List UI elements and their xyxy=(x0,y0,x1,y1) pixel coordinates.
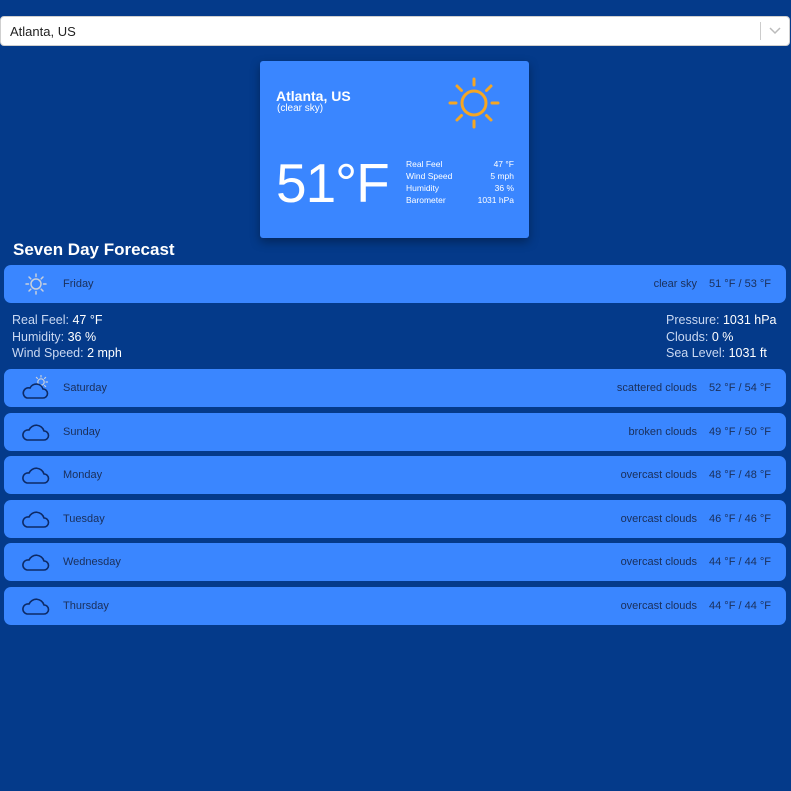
detail-label: Pressure: xyxy=(666,313,720,327)
location-select-value: Atlanta, US xyxy=(10,23,76,39)
forecast-day: Tuesday xyxy=(63,513,105,525)
cloud-icon xyxy=(15,413,57,451)
forecast-row-sunday[interactable]: Sunday broken clouds 49 °F / 50 °F xyxy=(4,413,786,451)
forecast-row-thursday[interactable]: Thursday overcast clouds 44 °F / 44 °F xyxy=(4,587,786,625)
location-select[interactable]: Atlanta, US xyxy=(0,16,790,46)
forecast-description: scattered clouds xyxy=(616,382,697,394)
detail-value: 36 % xyxy=(67,329,97,344)
stat-value: 36 % xyxy=(494,183,514,193)
forecast-description: overcast clouds xyxy=(620,600,697,612)
details-right: Pressure: 1031 hPa Clouds: 0 % Sea Level… xyxy=(666,312,777,362)
detail-label: Real Feel: xyxy=(12,313,69,327)
detail-humidity: Humidity: 36 % xyxy=(12,329,122,346)
stat-humidity: Humidity 36 % xyxy=(406,182,514,194)
detail-label: Clouds: xyxy=(666,329,709,344)
cloud-sun-icon xyxy=(15,369,57,407)
forecast-temps: 48 °F / 48 °F xyxy=(709,469,771,481)
cloud-icon xyxy=(15,500,57,538)
cloud-icon xyxy=(15,456,57,494)
detail-wind-speed: Wind Speed: 2 mph xyxy=(12,345,122,362)
sun-icon xyxy=(446,75,502,131)
detail-label: Wind Speed: xyxy=(12,346,84,360)
detail-pressure: Pressure: 1031 hPa xyxy=(666,312,777,329)
detail-value: 0 % xyxy=(711,329,734,344)
stat-label: Real Feel xyxy=(406,159,443,169)
forecast-title: Seven Day Forecast xyxy=(13,240,175,259)
forecast-temps: 49 °F / 50 °F xyxy=(709,426,771,438)
cloud-icon xyxy=(15,543,57,581)
stat-value: 1031 hPa xyxy=(477,195,514,205)
detail-value: 1031 hPa xyxy=(722,313,777,327)
detail-value: 1031 ft xyxy=(728,346,767,360)
detail-clouds: Clouds: 0 % xyxy=(666,329,777,346)
forecast-row-tuesday[interactable]: Tuesday overcast clouds 46 °F / 46 °F xyxy=(4,500,786,538)
current-temperature: 51°F xyxy=(276,152,390,214)
forecast-description: overcast clouds xyxy=(620,556,697,568)
current-weather-card: Atlanta, US (clear sky) 51°F Real Feel 4… xyxy=(260,61,529,238)
stat-label: Wind Speed xyxy=(406,171,453,181)
detail-real-feel: Real Feel: 47 °F xyxy=(12,312,122,329)
forecast-row-saturday[interactable]: Saturday scattered clouds 52 °F / 54 °F xyxy=(4,369,786,407)
forecast-temps: 44 °F / 44 °F xyxy=(709,600,771,612)
stat-value: 5 mph xyxy=(490,171,514,181)
stat-wind-speed: Wind Speed 5 mph xyxy=(406,170,514,182)
detail-sea-level: Sea Level: 1031 ft xyxy=(666,345,777,362)
forecast-temps: 51 °F / 53 °F xyxy=(709,278,771,290)
sun-icon xyxy=(15,265,57,303)
detail-value: 2 mph xyxy=(87,346,122,360)
current-condition: (clear sky) xyxy=(277,103,324,114)
details-left: Real Feel: 47 °F Humidity: 36 % Wind Spe… xyxy=(12,312,122,362)
forecast-day: Sunday xyxy=(63,426,101,438)
forecast-description: clear sky xyxy=(653,278,697,290)
forecast-description: overcast clouds xyxy=(620,469,697,481)
stat-barometer: Barometer 1031 hPa xyxy=(406,194,514,206)
forecast-temps: 52 °F / 54 °F xyxy=(709,382,771,394)
forecast-day: Monday xyxy=(63,469,103,481)
forecast-description: overcast clouds xyxy=(620,513,697,525)
cloud-icon xyxy=(15,587,57,625)
forecast-description: broken clouds xyxy=(628,426,698,438)
detail-label: Humidity: xyxy=(12,329,65,344)
forecast-day: Wednesday xyxy=(63,556,121,568)
chevron-down-icon[interactable] xyxy=(761,17,789,45)
stat-label: Barometer xyxy=(406,195,446,205)
stat-real-feel: Real Feel 47 °F xyxy=(406,158,514,170)
current-stats: Real Feel 47 °F Wind Speed 5 mph Humidit… xyxy=(406,158,514,206)
stat-label: Humidity xyxy=(406,183,440,193)
forecast-day: Friday xyxy=(63,278,94,290)
detail-value: 47 °F xyxy=(72,313,103,327)
forecast-temps: 46 °F / 46 °F xyxy=(709,513,771,525)
forecast-day: Saturday xyxy=(63,382,108,394)
forecast-row-friday[interactable]: Friday clear sky 51 °F / 53 °F xyxy=(4,265,786,303)
forecast-row-wednesday[interactable]: Wednesday overcast clouds 44 °F / 44 °F xyxy=(4,543,786,581)
forecast-temps: 44 °F / 44 °F xyxy=(709,556,771,568)
detail-label: Sea Level: xyxy=(666,346,726,360)
forecast-day: Thursday xyxy=(63,600,109,612)
forecast-row-monday[interactable]: Monday overcast clouds 48 °F / 48 °F xyxy=(4,456,786,494)
current-city: Atlanta, US xyxy=(276,88,351,104)
stat-value: 47 °F xyxy=(493,159,514,169)
